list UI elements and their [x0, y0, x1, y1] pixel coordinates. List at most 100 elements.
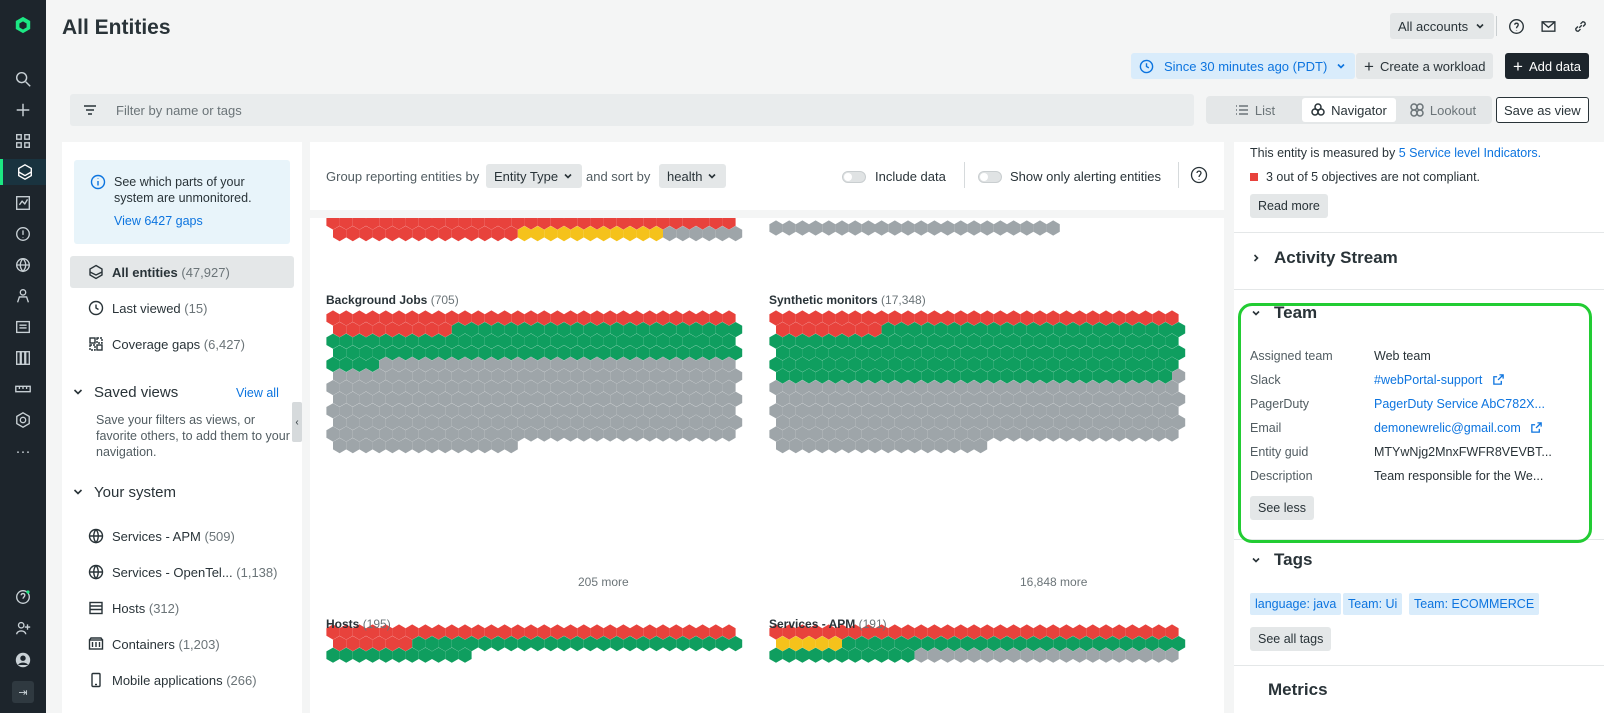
- chevron-down-icon: [73, 489, 83, 495]
- tag-chip[interactable]: Team: Ui: [1343, 593, 1403, 615]
- include-data-toggle[interactable]: [842, 171, 866, 183]
- read-more-button[interactable]: Read more: [1250, 194, 1328, 218]
- team-header[interactable]: Team: [1250, 303, 1317, 323]
- entities-icon: [89, 264, 103, 280]
- see-less-button[interactable]: See less: [1250, 496, 1314, 520]
- tag-chip[interactable]: Team: ECOMMERCE: [1409, 593, 1540, 615]
- your-system-header[interactable]: Your system: [72, 480, 294, 504]
- entity-hex[interactable]: [1007, 220, 1021, 236]
- entity-hex[interactable]: [1020, 220, 1034, 236]
- entity-hex[interactable]: [875, 220, 889, 236]
- chevron-down-icon: [564, 173, 572, 179]
- hex-group-synthetic-monitors[interactable]: [769, 310, 1186, 454]
- view-all-link[interactable]: View all: [236, 386, 279, 400]
- entity-hex[interactable]: [967, 220, 981, 236]
- add-icon[interactable]: [10, 97, 36, 123]
- row-value: demonewrelic@gmail.com: [1374, 421, 1521, 435]
- avatar[interactable]: [10, 647, 36, 673]
- divider: [1234, 232, 1604, 233]
- entity-hex[interactable]: [835, 220, 849, 236]
- apm-icon[interactable]: [10, 190, 36, 216]
- sidebar-item-containers[interactable]: Containers (1,203): [70, 628, 294, 660]
- entity-hex[interactable]: [782, 220, 796, 236]
- entities-icon[interactable]: [0, 159, 46, 185]
- email-link[interactable]: demonewrelic@gmail.com: [1374, 421, 1543, 435]
- external-link-icon: [1493, 374, 1504, 385]
- tab-list[interactable]: List: [1208, 98, 1302, 122]
- entity-hex[interactable]: [795, 220, 809, 236]
- sidebar-item-mobile-applications[interactable]: Mobile applications (266): [70, 664, 294, 696]
- group-count: (705): [430, 293, 459, 307]
- more-link-background-jobs[interactable]: 205 more: [578, 575, 629, 589]
- objectives-status: 3 out of 5 objectives are not compliant.: [1250, 170, 1480, 184]
- tags-header[interactable]: Tags: [1250, 550, 1312, 570]
- sidebar-item-coverage-gaps[interactable]: Coverage gaps (6,427): [70, 328, 294, 360]
- entity-hex[interactable]: [941, 220, 955, 236]
- sidebar-item-services-opentelemetry[interactable]: Services - OpenTel... (1,138): [70, 556, 294, 588]
- hex-group-top-left[interactable]: [326, 218, 743, 242]
- entity-hex[interactable]: [914, 220, 928, 236]
- entity-hex[interactable]: [954, 220, 968, 236]
- entity-hex[interactable]: [848, 220, 862, 236]
- agent-icon[interactable]: [10, 283, 36, 309]
- link-icon[interactable]: [1569, 15, 1591, 37]
- sidebar-item-last-viewed[interactable]: Last viewed (15): [70, 292, 294, 324]
- sidebar-item-services-apm[interactable]: Services - APM (509): [70, 520, 294, 552]
- entity-hex[interactable]: [861, 220, 875, 236]
- sidebar-item-hosts[interactable]: Hosts (312): [70, 592, 294, 624]
- ruler-icon[interactable]: [10, 376, 36, 402]
- collapse-panel-handle[interactable]: ‹: [292, 402, 302, 442]
- search-icon[interactable]: [10, 66, 36, 92]
- entity-hex[interactable]: [993, 220, 1007, 236]
- entity-hex[interactable]: [888, 220, 902, 236]
- sort-by-dropdown[interactable]: health: [659, 164, 727, 188]
- only-alerting-toggle[interactable]: [978, 171, 1002, 183]
- create-workload-button[interactable]: + Create a workload: [1356, 53, 1494, 79]
- entity-hex[interactable]: [927, 220, 941, 236]
- slack-link[interactable]: #webPortal-support: [1374, 373, 1505, 387]
- alerts-icon[interactable]: [10, 221, 36, 247]
- see-all-tags-button[interactable]: See all tags: [1250, 627, 1332, 651]
- accounts-dropdown[interactable]: All accounts: [1390, 13, 1495, 39]
- logs-icon[interactable]: [10, 314, 36, 340]
- columns-icon[interactable]: [10, 345, 36, 371]
- filter-bar[interactable]: [70, 94, 1194, 126]
- add-data-button[interactable]: + Add data: [1505, 53, 1589, 79]
- tag-chip[interactable]: language: java: [1250, 593, 1342, 615]
- new-relic-logo[interactable]: [10, 12, 36, 38]
- pagerduty-link[interactable]: PagerDuty Service AbC782X...: [1374, 397, 1545, 411]
- globe-icon[interactable]: [10, 252, 36, 278]
- sli-link[interactable]: 5 Service level Indicators.: [1399, 146, 1541, 160]
- entity-hex[interactable]: [980, 220, 994, 236]
- time-picker[interactable]: Since 30 minutes ago (PDT): [1131, 53, 1356, 79]
- activity-stream-header[interactable]: Activity Stream: [1250, 248, 1398, 268]
- add-user-icon[interactable]: [10, 615, 36, 641]
- tab-navigator[interactable]: Navigator: [1302, 98, 1396, 122]
- more-icon[interactable]: ···: [10, 438, 36, 464]
- entity-hex[interactable]: [769, 220, 783, 236]
- entity-hex[interactable]: [901, 220, 915, 236]
- filter-input[interactable]: [116, 102, 1016, 118]
- dashboards-grid-icon[interactable]: [10, 128, 36, 154]
- hex-group-background-jobs[interactable]: [326, 310, 743, 454]
- metrics-header[interactable]: Metrics: [1268, 680, 1328, 700]
- objectives-text: 3 out of 5 objectives are not compliant.: [1266, 170, 1481, 184]
- hex-group-top-right[interactable]: [769, 220, 1060, 236]
- entity-hex[interactable]: [1033, 220, 1047, 236]
- help-icon[interactable]: [10, 584, 36, 610]
- entity-hex[interactable]: [809, 220, 823, 236]
- view-gaps-link[interactable]: View 6427 gaps: [114, 214, 203, 228]
- sidebar-item-all-entities[interactable]: All entities (47,927): [70, 256, 294, 288]
- tab-lookout[interactable]: Lookout: [1396, 98, 1490, 122]
- save-as-view-button[interactable]: Save as view: [1496, 97, 1589, 123]
- group-name: Hosts: [326, 617, 360, 631]
- group-by-dropdown[interactable]: Entity Type: [486, 164, 583, 188]
- entity-hex[interactable]: [822, 220, 836, 236]
- mail-icon[interactable]: [1537, 15, 1559, 37]
- settings-icon[interactable]: [10, 407, 36, 433]
- help-icon[interactable]: [1505, 15, 1527, 37]
- more-link-synthetic-monitors[interactable]: 16,848 more: [1020, 575, 1087, 589]
- entity-hex[interactable]: [1046, 220, 1060, 236]
- expand-nav-icon[interactable]: ⇥: [12, 681, 34, 703]
- help-icon[interactable]: [1190, 166, 1208, 184]
